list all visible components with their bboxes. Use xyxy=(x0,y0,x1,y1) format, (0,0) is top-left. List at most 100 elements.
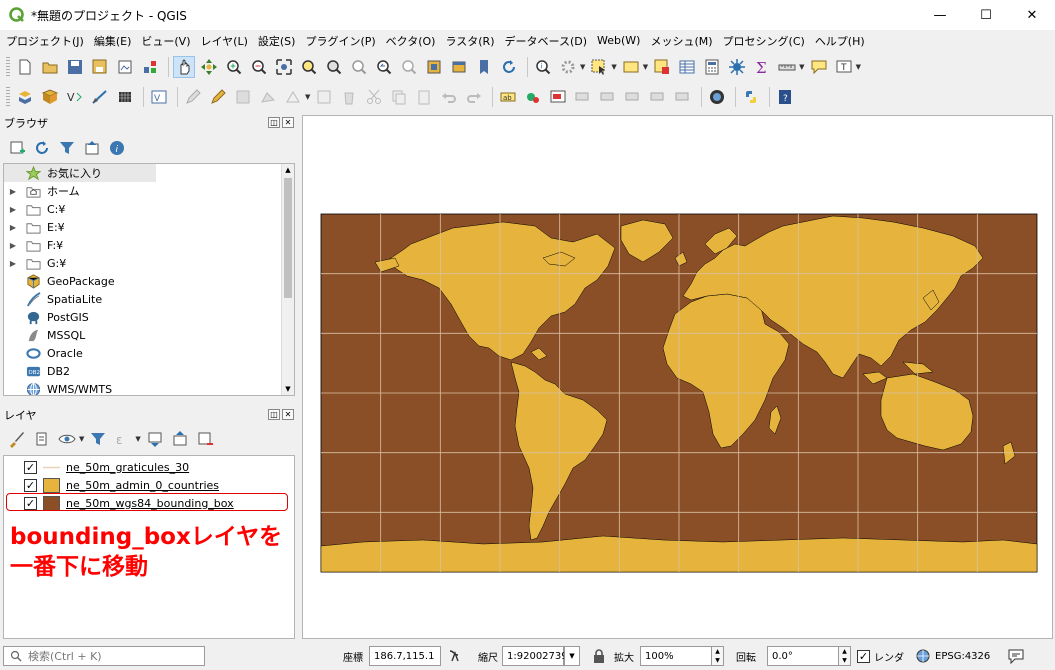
bookmarks-icon[interactable] xyxy=(473,56,495,78)
change-label-icon[interactable] xyxy=(622,86,644,108)
python-console-icon[interactable] xyxy=(740,86,762,108)
remove-layer-icon[interactable] xyxy=(194,428,216,450)
dropdown-arrow-icon[interactable]: ▼ xyxy=(799,63,804,71)
label-properties-icon[interactable] xyxy=(672,86,694,108)
messages-icon[interactable] xyxy=(1007,646,1025,666)
map-canvas[interactable] xyxy=(302,115,1053,639)
dropdown-arrow-icon[interactable]: ▼ xyxy=(643,63,648,71)
expand-arrow-icon[interactable]: ▶ xyxy=(7,205,19,214)
map-tips-icon[interactable] xyxy=(808,56,830,78)
add-group-icon[interactable] xyxy=(31,428,53,450)
browser-scrollbar[interactable]: ▲ ▼ xyxy=(281,164,294,395)
deselect-features-icon[interactable] xyxy=(651,56,673,78)
menu-raster[interactable]: ラスタ(R) xyxy=(445,33,494,49)
toggle-editing-icon[interactable] xyxy=(207,86,229,108)
menu-help[interactable]: ヘルプ(H) xyxy=(815,33,865,49)
paste-features-icon[interactable] xyxy=(413,86,435,108)
zoom-next-icon[interactable] xyxy=(398,56,420,78)
move-label-icon[interactable] xyxy=(572,86,594,108)
save-project-icon[interactable] xyxy=(64,56,86,78)
delete-selected-icon[interactable] xyxy=(338,86,360,108)
menu-plugins[interactable]: プラグイン(P) xyxy=(305,33,375,49)
layer-visibility-checkbox[interactable]: ✓ xyxy=(24,478,37,492)
show-hide-labels-icon[interactable] xyxy=(647,86,669,108)
crs-button[interactable]: EPSG:4326 xyxy=(916,646,990,666)
styling-panel-icon[interactable] xyxy=(6,428,28,450)
rotate-label-icon[interactable] xyxy=(597,86,619,108)
info-icon[interactable]: i xyxy=(106,137,128,159)
data-source-manager-icon[interactable] xyxy=(14,86,36,108)
menu-vector[interactable]: ベクタ(O) xyxy=(386,33,436,49)
menu-project[interactable]: プロジェクト(J) xyxy=(6,33,84,49)
filter-legend-icon[interactable] xyxy=(87,428,109,450)
save-edits-icon[interactable] xyxy=(232,86,254,108)
browser-item-db2[interactable]: DB2 DB2 xyxy=(4,362,282,380)
scroll-up-icon[interactable]: ▲ xyxy=(282,164,294,176)
rotation-spinner[interactable]: ▲ ▼ xyxy=(839,646,851,666)
digitize-line-icon[interactable] xyxy=(89,86,111,108)
scroll-down-icon[interactable]: ▼ xyxy=(282,383,294,395)
add-mesh-layer-icon[interactable] xyxy=(114,86,136,108)
scale-field[interactable]: 1:92002739 xyxy=(502,646,568,666)
browser-item-drive-g[interactable]: ▶ G:¥ xyxy=(4,254,282,272)
browser-item-home[interactable]: ▶ ホーム xyxy=(4,182,282,200)
expand-all-icon[interactable] xyxy=(144,428,166,450)
layer-row[interactable]: ✓ ne_50m_admin_0_countries xyxy=(24,476,219,494)
new-map-view-icon[interactable] xyxy=(423,56,445,78)
statistical-summary-icon[interactable]: Σ xyxy=(751,56,773,78)
browser-item-drive-c[interactable]: ▶ C:¥ xyxy=(4,200,282,218)
layer-visibility-checkbox[interactable]: ✓ xyxy=(24,460,37,474)
modify-attributes-icon[interactable] xyxy=(313,86,335,108)
add-vector-layer-icon[interactable] xyxy=(39,86,61,108)
expand-arrow-icon[interactable]: ▶ xyxy=(7,187,19,196)
dropdown-arrow-icon[interactable]: ▼ xyxy=(580,63,585,71)
render-checkbox[interactable]: ✓ xyxy=(857,649,870,663)
new-project-icon[interactable] xyxy=(14,56,36,78)
redo-icon[interactable] xyxy=(463,86,485,108)
zoom-last-icon[interactable] xyxy=(373,56,395,78)
field-calculator-icon[interactable] xyxy=(701,56,723,78)
close-panel-button[interactable]: ✕ xyxy=(282,117,294,128)
world-map[interactable] xyxy=(303,116,1052,638)
menu-settings[interactable]: 設定(S) xyxy=(258,33,296,49)
filter-expression-icon[interactable]: ε xyxy=(112,428,134,450)
dropdown-arrow-icon[interactable]: ▼ xyxy=(79,435,84,443)
copy-features-icon[interactable] xyxy=(388,86,410,108)
metasearch-icon[interactable] xyxy=(706,86,728,108)
browser-item-spatialite[interactable]: SpatiaLite xyxy=(4,290,282,308)
manage-visibility-icon[interactable] xyxy=(56,428,78,450)
measure-line-icon[interactable] xyxy=(776,56,798,78)
add-selected-layers-icon[interactable] xyxy=(6,137,28,159)
collapse-all-icon[interactable] xyxy=(81,137,103,159)
browser-item-geopackage[interactable]: GeoPackage xyxy=(4,272,282,290)
add-feature-icon[interactable] xyxy=(257,86,279,108)
float-panel-button[interactable]: ◫ xyxy=(268,409,280,420)
refresh-icon[interactable] xyxy=(31,137,53,159)
select-features-icon[interactable] xyxy=(588,56,610,78)
add-delimited-text-icon[interactable]: V xyxy=(64,86,86,108)
pan-map-icon[interactable] xyxy=(173,56,195,78)
text-annotation-icon[interactable]: T xyxy=(833,56,855,78)
rotation-field[interactable]: 0.0° xyxy=(767,646,839,666)
undo-icon[interactable] xyxy=(438,86,460,108)
new-3d-view-icon[interactable] xyxy=(448,56,470,78)
menu-layer[interactable]: レイヤ(L) xyxy=(200,33,247,49)
print-layout-icon[interactable] xyxy=(114,56,136,78)
locator-search-input[interactable]: 検索(Ctrl + K) xyxy=(3,646,205,666)
browser-item-drive-e[interactable]: ▶ E:¥ xyxy=(4,218,282,236)
browser-item-postgis[interactable]: PostGIS xyxy=(4,308,282,326)
maximize-button[interactable]: ☐ xyxy=(963,0,1009,30)
browser-item-oracle[interactable]: Oracle xyxy=(4,344,282,362)
add-virtual-layer-icon[interactable]: V xyxy=(148,86,170,108)
scroll-thumb[interactable] xyxy=(284,178,292,298)
scale-dropdown-icon[interactable]: ▼ xyxy=(564,646,580,666)
expand-arrow-icon[interactable]: ▶ xyxy=(7,241,19,250)
minimize-button[interactable]: — xyxy=(917,0,963,30)
browser-item-mssql[interactable]: MSSQL xyxy=(4,326,282,344)
label-toolbar-icon[interactable]: ab xyxy=(497,86,519,108)
zoom-to-layer-icon[interactable] xyxy=(323,56,345,78)
layer-row[interactable]: ✓ ne_50m_graticules_30 xyxy=(24,458,189,476)
menu-mesh[interactable]: メッシュ(M) xyxy=(650,33,712,49)
highlight-labels-icon[interactable] xyxy=(547,86,569,108)
close-button[interactable]: ✕ xyxy=(1009,0,1055,30)
